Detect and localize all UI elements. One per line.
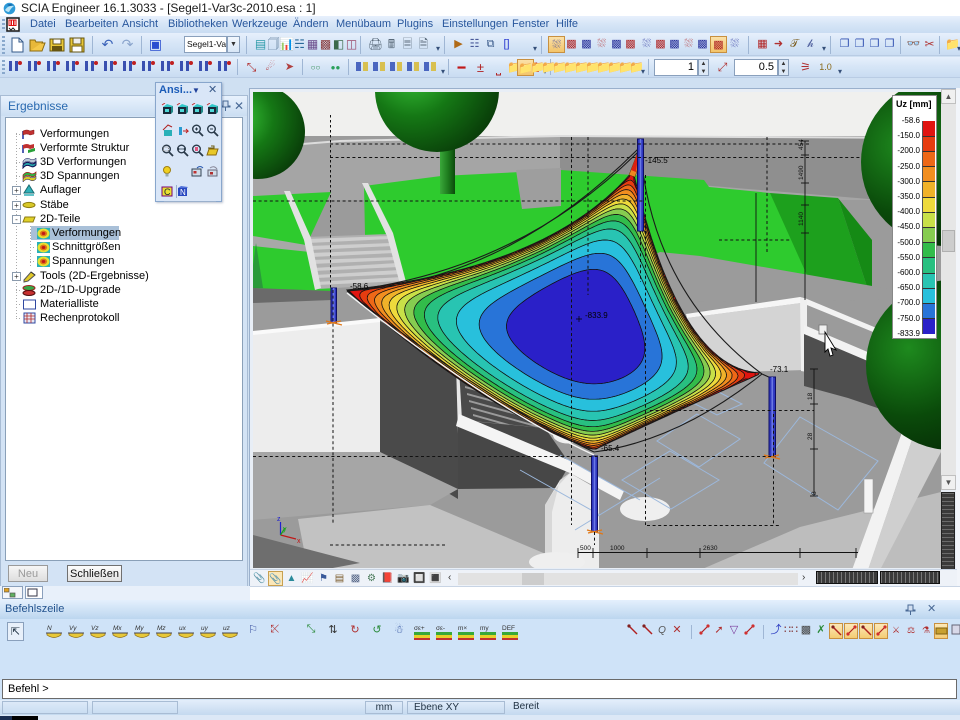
svg-text:σε+: σε+: [414, 625, 425, 632]
svg-text:454: 454: [798, 139, 805, 150]
svg-text:my: my: [480, 625, 489, 632]
svg-text:-73.1: -73.1: [770, 365, 789, 374]
svg-text:ux: ux: [179, 625, 187, 632]
svg-text:C: C: [164, 187, 171, 197]
svg-text:-58.6: -58.6: [350, 282, 369, 291]
svg-text:500: 500: [580, 545, 591, 552]
svg-text:σε-: σε-: [436, 625, 445, 632]
svg-text:y: y: [283, 526, 287, 533]
svg-text:x: x: [297, 538, 301, 545]
svg-text:Mz: Mz: [157, 625, 166, 632]
svg-text:28: 28: [807, 432, 814, 440]
svg-text:My: My: [135, 625, 144, 632]
svg-text:-833.9: -833.9: [585, 311, 608, 320]
svg-text:m×: m×: [458, 625, 467, 632]
svg-text:1490: 1490: [798, 165, 805, 180]
svg-text:uz: uz: [223, 625, 231, 632]
svg-text:Mx: Mx: [113, 625, 122, 632]
svg-text:Vz: Vz: [91, 625, 99, 632]
svg-text:z: z: [277, 516, 281, 523]
svg-text:N: N: [47, 625, 52, 632]
svg-text:8: 8: [811, 491, 818, 495]
svg-text:1000: 1000: [610, 545, 625, 552]
svg-text:18: 18: [807, 392, 814, 400]
svg-text:1140: 1140: [798, 212, 805, 226]
svg-text:Vy: Vy: [69, 625, 77, 632]
svg-text:2630: 2630: [703, 545, 718, 552]
svg-text:DEF: DEF: [502, 625, 515, 632]
svg-text:N: N: [180, 188, 186, 197]
svg-text:uy: uy: [201, 625, 209, 632]
svg-text:-145.5: -145.5: [645, 156, 668, 165]
svg-text:-65.4: -65.4: [601, 444, 620, 453]
